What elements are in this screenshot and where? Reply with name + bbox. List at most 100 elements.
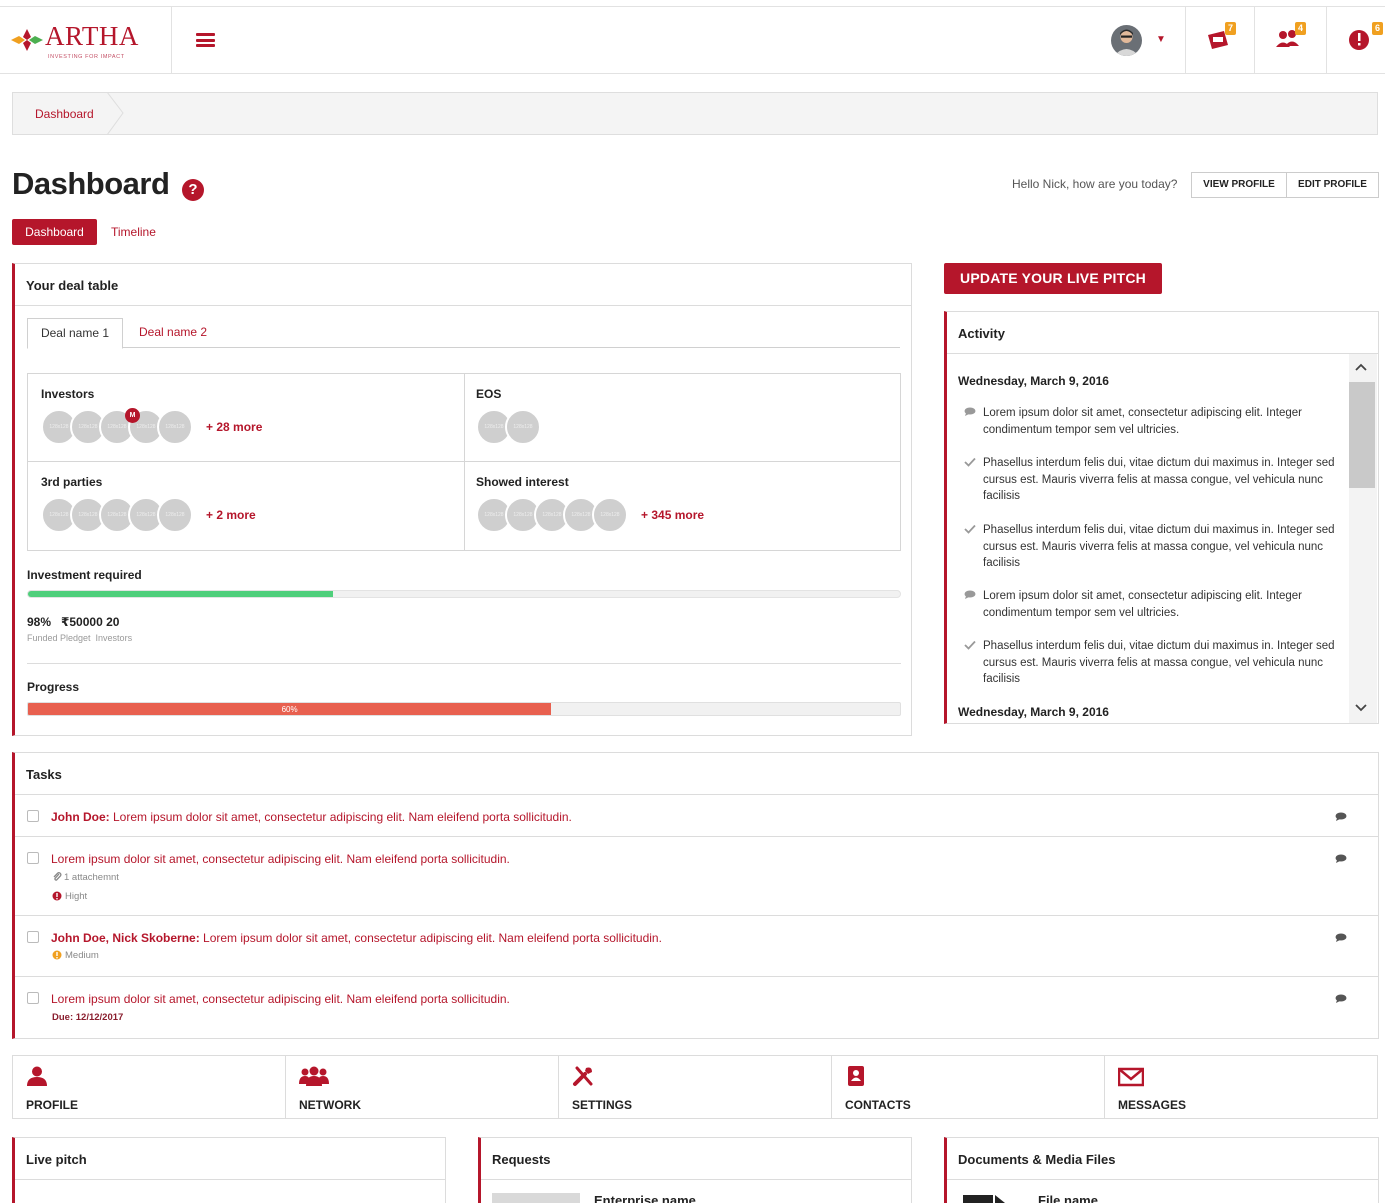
check-icon [964,457,976,467]
activity-item: Phasellus interdum felis dui, vitae dict… [964,455,1339,505]
eos-label: EOS [476,387,502,401]
edit-profile-button[interactable]: EDIT PROFILE [1286,172,1379,198]
settings-icon [573,1066,593,1086]
chevron-down-icon[interactable]: ▼ [1156,34,1166,45]
task-priority: Hight [52,891,87,902]
breadcrumb-dashboard[interactable]: Dashboard [35,107,94,121]
comment-icon[interactable] [1335,812,1347,822]
task-text[interactable]: John Doe, Nick Skoberne: Lorem ipsum dol… [51,931,662,945]
scroll-up-icon[interactable] [1354,362,1368,372]
activity-date: Wednesday, March 9, 2016 [958,705,1109,719]
task-row: Lorem ipsum dolor sit amet, consectetur … [15,976,1378,1038]
top-navbar: ARTHA INVESTING FOR IMPACT ▼ 7 4 6 [0,6,1385,74]
quick-nav-label: CONTACTS [845,1098,911,1112]
task-checkbox[interactable] [27,992,39,1004]
tab-timeline[interactable]: Timeline [111,225,156,239]
task-text[interactable]: Lorem ipsum dolor sit amet, consectetur … [51,992,510,1006]
users-icon[interactable]: 4 [1274,22,1306,57]
deal-table-panel: Your deal table Deal name 1 Deal name 2 … [12,263,912,736]
contacts-icon [848,1066,864,1086]
check-icon [964,524,976,534]
avatar[interactable]: 128x128 [592,497,628,533]
requests-title: Requests [481,1138,911,1180]
tab-deal-2[interactable]: Deal name 2 [139,325,207,339]
brand-name: ARTHA [45,21,139,51]
scrollbar-thumb[interactable] [1349,382,1375,488]
activity-date: Wednesday, March 9, 2016 [958,374,1109,388]
quick-nav-messages[interactable]: MESSAGES [1105,1056,1377,1118]
divider [1254,7,1255,74]
avatar[interactable]: 128x128 [157,409,193,445]
task-checkbox[interactable] [27,810,39,822]
tasks-panel: Tasks John Doe: Lorem ipsum dolor sit am… [12,752,1379,1039]
investors-more-link[interactable]: + 28 more [206,420,262,434]
showed-interest-more-link[interactable]: + 345 more [641,508,704,522]
live-pitch-title: Live pitch [15,1138,445,1180]
logo-divider [171,7,172,74]
document-item-name[interactable]: File name [1038,1193,1098,1203]
request-thumbnail [492,1193,580,1203]
investors-label: Investors [41,387,95,401]
view-profile-button[interactable]: VIEW PROFILE [1191,172,1287,198]
deal-stats-grid: Investors 128x128 128x128 128x128 128x12… [27,373,901,551]
task-text[interactable]: John Doe: Lorem ipsum dolor sit amet, co… [51,810,572,824]
page-title: Dashboard [12,166,170,201]
task-priority: Medium [52,950,99,961]
documents-panel: Documents & Media Files File name [944,1137,1379,1203]
request-item-name[interactable]: Enterprise name [594,1193,696,1203]
activity-panel: Activity Wednesday, March 9, 2016 Lorem … [944,311,1379,724]
third-parties-more-link[interactable]: + 2 more [206,508,256,522]
comment-icon[interactable] [1335,994,1347,1004]
quick-nav-label: SETTINGS [572,1098,633,1112]
alert-icon[interactable]: 6 [1347,22,1383,57]
comment-icon[interactable] [1335,933,1347,943]
logo-mark-icon [11,29,43,51]
notification-badge: 4 [1295,22,1306,35]
deal-table-title: Your deal table [15,264,911,306]
quick-nav-contacts[interactable]: CONTACTS [832,1056,1104,1118]
artha-logo[interactable]: ARTHA INVESTING FOR IMPACT [10,19,170,65]
avatar[interactable]: 128x128 [157,497,193,533]
comment-icon [964,407,976,416]
comment-icon[interactable] [1335,854,1347,864]
deals-icon[interactable]: 7 [1204,22,1236,57]
notification-badge: 7 [1225,22,1236,35]
update-live-pitch-button[interactable]: UPDATE YOUR LIVE PITCH [944,263,1162,294]
task-row: John Doe, Nick Skoberne: Lorem ipsum dol… [15,915,1378,977]
check-icon [964,640,976,650]
quick-nav-label: NETWORK [299,1098,361,1112]
priority-medium-icon [52,950,62,960]
investment-fill [28,591,334,597]
quick-nav-settings[interactable]: SETTINGS [559,1056,831,1118]
scroll-down-icon[interactable] [1354,703,1368,713]
tab-deal-1[interactable]: Deal name 1 [27,318,123,349]
avatar[interactable]: 128x128 [505,409,541,445]
third-parties-label: 3rd parties [41,475,103,489]
network-icon [299,1066,329,1086]
quick-nav-label: MESSAGES [1118,1098,1187,1112]
quick-nav-network[interactable]: NETWORK [286,1056,558,1118]
user-avatar[interactable] [1111,25,1142,56]
notification-badge: 6 [1372,22,1383,35]
avatar-badge: M [125,408,140,423]
task-attachment: 1 attachemnt [52,872,119,883]
activity-item: Phasellus interdum felis dui, vitae dict… [964,638,1339,688]
task-text[interactable]: Lorem ipsum dolor sit amet, consectetur … [51,852,510,866]
quick-nav: PROFILE NETWORK SETTINGS CONTACTS MESSAG… [12,1055,1378,1119]
deal-tabs: Deal name 1 Deal name 2 [27,318,900,349]
breadcrumb: Dashboard [12,92,1378,135]
profile-icon [27,1066,47,1086]
hamburger-menu-icon[interactable] [196,33,215,47]
progress-label: Progress [27,680,80,694]
video-file-icon [963,1195,1005,1203]
task-checkbox[interactable] [27,931,39,943]
quick-nav-profile[interactable]: PROFILE [13,1056,285,1118]
messages-icon [1118,1067,1144,1087]
investment-captions: Funded Pledget Investors [27,633,133,643]
task-checkbox[interactable] [27,852,39,864]
divider [1185,7,1186,74]
tab-dashboard[interactable]: Dashboard [12,219,97,245]
help-icon[interactable]: ? [182,179,204,201]
divider [1326,7,1327,74]
documents-title: Documents & Media Files [947,1138,1378,1180]
